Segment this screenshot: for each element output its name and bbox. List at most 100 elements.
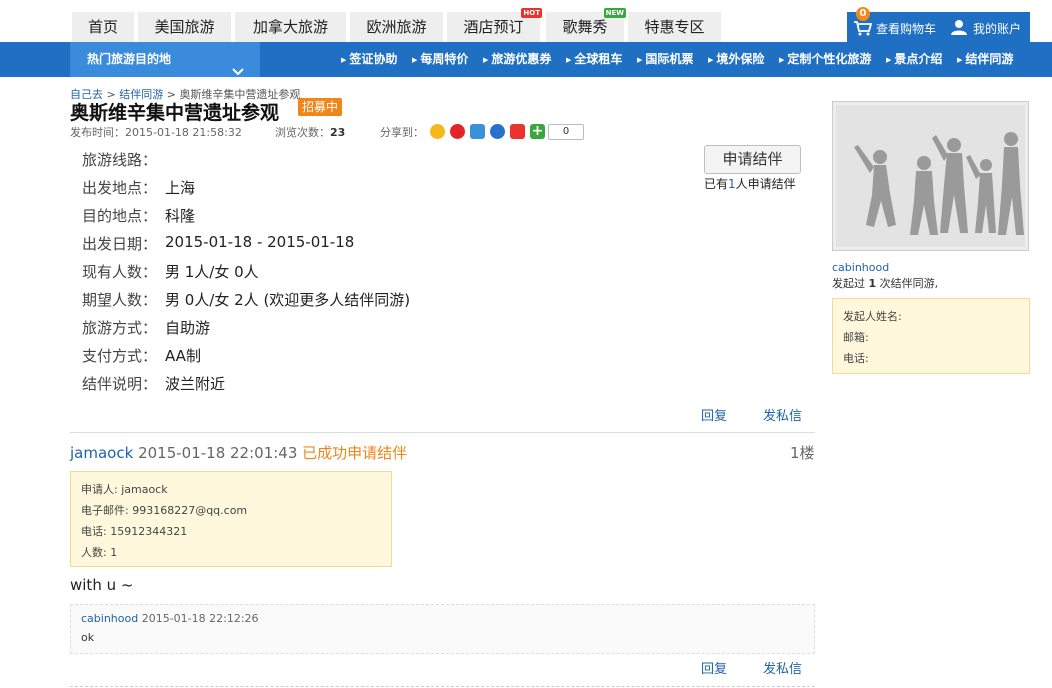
nav-link-visa[interactable]: ▶ 签证协助 <box>341 42 397 77</box>
sub-reply: cabinhood 2015-01-18 22:12:26 ok <box>70 604 815 654</box>
tab-label: 歌舞秀 <box>562 18 608 36</box>
publish-label: 发布时间： <box>70 126 125 139</box>
tab-label: 欧洲旅游 <box>366 18 427 36</box>
sub-reply-time: 2015-01-18 22:12:26 <box>141 612 259 625</box>
field-label-route: 旅游线路： <box>82 151 158 169</box>
organizer-email-label: 邮箱: <box>843 331 869 344</box>
field-label-travel-mode: 旅游方式： <box>82 319 158 337</box>
tab-shows[interactable]: 歌舞秀 NEW <box>546 8 626 42</box>
dropdown-label: 热门旅游目的地 <box>87 52 172 66</box>
nav-link-label: 结伴同游 <box>965 52 1014 66</box>
share-count: 0 <box>548 124 584 140</box>
private-message-link[interactable]: 发私信 <box>763 658 802 677</box>
sidebar-username[interactable]: cabinhood <box>832 261 889 274</box>
field-label-expected-count: 期望人数： <box>82 291 158 309</box>
reply-time: 2015-01-18 22:01:43 <box>138 444 298 462</box>
arrow-right-icon: ▶ <box>708 56 714 64</box>
nav-link-label: 旅游优惠券 <box>491 52 552 66</box>
apply-count-pre: 已有 <box>704 177 729 191</box>
reply-text: with u ~ <box>70 576 134 594</box>
nav-link-label: 签证协助 <box>349 52 398 66</box>
new-badge: NEW <box>603 8 626 18</box>
applicant-email: 电子邮件: 993168227@qq.com <box>81 504 248 517</box>
nav-link-label: 定制个性化旅游 <box>787 52 872 66</box>
nav-link-label: 境外保险 <box>716 52 765 66</box>
hot-badge: HOT <box>521 8 542 18</box>
user-icon[interactable] <box>950 19 968 38</box>
renren-share-icon[interactable] <box>490 124 505 139</box>
my-account-link[interactable]: 我的账户 <box>973 20 1021 37</box>
tab-usa[interactable]: 美国旅游 <box>138 12 231 42</box>
hot-destinations-dropdown[interactable]: 热门旅游目的地 <box>70 42 260 77</box>
nav-link-weekly[interactable]: ▶ 每周特价 <box>412 42 468 77</box>
nav-link-flights[interactable]: ▶ 国际机票 <box>637 42 693 77</box>
application-info-box: 申请人: jamaock 电子邮件: 993168227@qq.com 电话: … <box>70 471 392 567</box>
tab-home[interactable]: 首页 <box>72 12 134 42</box>
avatar <box>832 101 1029 251</box>
reply-username[interactable]: jamaock <box>70 444 133 462</box>
field-value-current-count: 男 1人/女 0人 <box>165 263 259 281</box>
private-message-link[interactable]: 发私信 <box>763 405 802 424</box>
weibo-share-icon[interactable] <box>450 124 465 139</box>
divider <box>70 686 815 687</box>
field-value-payment: AA制 <box>165 347 201 365</box>
divider <box>70 432 815 433</box>
nav-link-coupons[interactable]: ▶ 旅游优惠券 <box>483 42 551 77</box>
organizer-name-label: 发起人姓名: <box>843 310 902 323</box>
arrow-right-icon: ▶ <box>412 56 418 64</box>
secondary-navigation: 热门旅游目的地 ▶ 签证协助 ▶ 每周特价 ▶ 旅游优惠券 ▶ 全球租车 ▶ 国际机票 ▶… <box>0 42 1052 77</box>
applicant-name: 申请人: jamaock <box>81 483 168 496</box>
apply-count-post: 人申请结伴 <box>735 177 796 191</box>
apply-partner-button[interactable]: 申请结伴 <box>704 145 801 174</box>
page-title: 奥斯维辛集中营遗址参观 <box>70 102 280 124</box>
qzone-share-icon[interactable] <box>430 124 445 139</box>
apply-count-number: 1 <box>728 177 736 191</box>
post-count-number: 1 <box>868 277 877 290</box>
field-label-description: 结伴说明： <box>82 375 158 393</box>
people-silhouette-icon <box>854 132 1024 235</box>
tencent-share-icon[interactable] <box>470 124 485 139</box>
arrow-right-icon: ▶ <box>637 56 643 64</box>
arrow-right-icon: ▶ <box>957 56 963 64</box>
field-label-payment: 支付方式： <box>82 347 158 365</box>
reply-header: jamaock 2015-01-18 22:01:43 已成功申请结伴 <box>70 442 407 463</box>
post-count-pre: 发起过 <box>832 277 865 290</box>
organizer-phone-label: 电话: <box>843 352 869 365</box>
views-label: 浏览次数： <box>275 126 330 139</box>
arrow-right-icon: ▶ <box>886 56 892 64</box>
cart-icon[interactable] <box>853 20 873 39</box>
nav-link-label: 国际机票 <box>645 52 694 66</box>
apply-count: 已有1人申请结伴 <box>704 175 796 192</box>
arrow-right-icon: ▶ <box>566 56 572 64</box>
top-navigation: 首页 美国旅游 加拿大旅游 欧洲旅游 酒店预订 HOT 歌舞秀 NEW 特惠专区 0… <box>0 0 1052 42</box>
sub-reply-username[interactable]: cabinhood <box>81 612 138 625</box>
nav-link-label: 景点介绍 <box>894 52 943 66</box>
post-count-post: 次结伴同游, <box>879 277 939 290</box>
field-value-travel-mode: 自助游 <box>165 319 211 337</box>
reply-link[interactable]: 回复 <box>701 658 727 677</box>
field-value-description: 波兰附近 <box>165 375 226 393</box>
nav-link-label: 全球租车 <box>574 52 623 66</box>
reply-link[interactable]: 回复 <box>701 405 727 424</box>
field-label-date: 出发日期： <box>82 235 158 253</box>
nav-link-travel-buddy[interactable]: ▶ 结伴同游 <box>957 42 1013 77</box>
tab-label: 酒店预订 <box>463 18 524 36</box>
applicant-phone: 电话: 15912344321 <box>81 525 188 538</box>
field-value-departure: 上海 <box>165 179 196 197</box>
kaixin-share-icon[interactable] <box>510 124 525 139</box>
tab-deals[interactable]: 特惠专区 <box>628 12 721 42</box>
nav-link-custom-tour[interactable]: ▶ 定制个性化旅游 <box>779 42 871 77</box>
more-share-icon[interactable]: + <box>530 124 545 139</box>
tab-europe[interactable]: 欧洲旅游 <box>350 12 443 42</box>
tab-canada[interactable]: 加拿大旅游 <box>235 12 346 42</box>
reply-status: 已成功申请结伴 <box>302 444 408 462</box>
arrow-right-icon: ▶ <box>483 56 489 64</box>
tab-hotel[interactable]: 酒店预订 HOT <box>447 8 542 42</box>
view-cart-link[interactable]: 查看购物车 <box>876 20 936 37</box>
status-badge: 招募中 <box>298 98 343 116</box>
nav-link-car-rental[interactable]: ▶ 全球租车 <box>566 42 622 77</box>
chevron-down-icon <box>232 55 244 90</box>
nav-link-attractions[interactable]: ▶ 景点介绍 <box>886 42 942 77</box>
cart-count-badge: 0 <box>856 7 870 21</box>
nav-link-insurance[interactable]: ▶ 境外保险 <box>708 42 764 77</box>
